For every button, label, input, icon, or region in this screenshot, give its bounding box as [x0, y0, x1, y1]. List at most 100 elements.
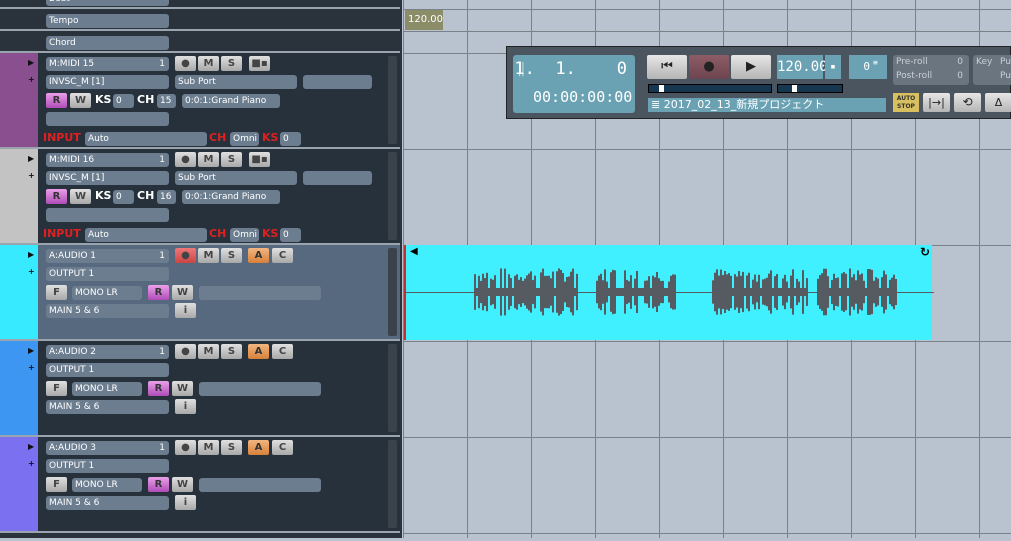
track-scrollbar[interactable] [388, 440, 397, 528]
project-name[interactable]: ≣ 2017_02_13_新規プロジェクト [648, 98, 886, 112]
c-button[interactable]: C [272, 344, 293, 359]
add-icon[interactable]: + [28, 171, 35, 180]
port-field[interactable]: Sub Port [175, 171, 297, 185]
c-button[interactable]: C [272, 248, 293, 263]
tempo-slider[interactable] [777, 84, 843, 93]
input-mode-field[interactable]: MONO LR [72, 286, 142, 300]
patch-field[interactable]: 0:0:1:Grand Piano [182, 94, 280, 108]
write-automation-button[interactable]: W [172, 285, 193, 300]
transpose-display[interactable]: 0 [849, 55, 873, 79]
track-name[interactable]: A:AUDIO 1 1 [46, 249, 169, 263]
punch-button[interactable]: |→| [923, 93, 950, 112]
record-button[interactable]: ● [689, 55, 729, 79]
mute-button[interactable]: M [198, 344, 219, 359]
position-slider[interactable] [648, 84, 772, 93]
solo-button[interactable]: S [221, 344, 242, 359]
add-icon[interactable]: + [28, 75, 35, 84]
read-automation-button[interactable]: R [148, 477, 169, 492]
mute-button[interactable]: M [198, 440, 219, 455]
mute-button[interactable]: M [198, 248, 219, 263]
key-shift-field[interactable]: 0 [113, 94, 134, 108]
record-arm-button[interactable]: ● [175, 440, 196, 455]
bus-field[interactable]: MAIN 5 & 6 [46, 304, 169, 318]
record-arm-button[interactable]: ● [175, 152, 196, 167]
key-panel[interactable]: Key Pu Pu [973, 55, 1011, 85]
empty-field[interactable] [303, 171, 372, 185]
info-button[interactable]: i [175, 495, 196, 510]
expand-icon[interactable]: ▶ [28, 154, 34, 163]
c-button[interactable]: C [272, 440, 293, 455]
expand-icon[interactable]: ▶ [28, 250, 34, 259]
input-channel-field[interactable]: Omni [230, 228, 259, 242]
empty-field[interactable] [46, 112, 169, 126]
audio-track[interactable]: ▶ + A:AUDIO 21 ● M S A C OUTPUT 1 F MONO LR … [0, 341, 400, 437]
device-field[interactable]: INVSC_M [1] [46, 171, 169, 185]
tempo-lock-button[interactable]: ▪ [825, 55, 841, 79]
f-button[interactable]: F [46, 381, 67, 396]
solo-button[interactable]: S [221, 248, 242, 263]
read-automation-button[interactable]: R [46, 189, 67, 204]
position-display[interactable]: ‖ 1. 1. 0 00:00:00:00 [513, 55, 635, 113]
metronome-button[interactable]: Δ [985, 93, 1011, 112]
output-field[interactable]: OUTPUT 1 [46, 267, 169, 281]
patch-field[interactable]: 0:0:1:Grand Piano [182, 190, 280, 204]
play-button[interactable]: ▶ [731, 55, 771, 79]
f-button[interactable]: F [46, 477, 67, 492]
track-scrollbar[interactable] [388, 56, 397, 144]
track-scrollbar[interactable] [388, 248, 397, 336]
monitor-button[interactable]: ■▪ [249, 56, 270, 71]
loop-button[interactable]: ⟲ [954, 93, 981, 112]
audio-track[interactable]: ▶ + A:AUDIO 31 ● M S A C OUTPUT 1 F MONO LR … [0, 437, 400, 533]
write-automation-button[interactable]: W [172, 477, 193, 492]
rewind-button[interactable]: ⏮ [647, 55, 687, 79]
record-arm-button[interactable]: ● [175, 344, 196, 359]
add-icon[interactable]: + [28, 363, 35, 372]
key-shift-field[interactable]: 0 [113, 190, 134, 204]
write-automation-button[interactable]: W [70, 93, 91, 108]
empty-field[interactable] [199, 478, 321, 492]
global-track-beat[interactable]: Beat [0, 0, 400, 9]
audio-track[interactable]: ▶ + A:AUDIO 11 ● M S A C OUTPUT 1 F MONO LR … [0, 245, 400, 341]
solo-button[interactable]: S [221, 440, 242, 455]
audio-button[interactable]: A [248, 440, 269, 455]
solo-button[interactable]: S [221, 152, 242, 167]
add-icon[interactable]: + [28, 459, 35, 468]
expand-icon[interactable]: ▶ [28, 346, 34, 355]
input-field[interactable]: Auto [85, 228, 207, 242]
track-name[interactable]: M:MIDI 15 1 [46, 57, 169, 71]
audio-button[interactable]: A [248, 344, 269, 359]
audio-button[interactable]: A [248, 248, 269, 263]
global-track-tempo[interactable]: Tempo [0, 9, 400, 31]
read-automation-button[interactable]: R [148, 381, 169, 396]
track-scrollbar[interactable] [388, 344, 397, 432]
transpose-stepper-icon[interactable]: ≡ [873, 55, 887, 79]
track-scrollbar[interactable] [388, 152, 397, 240]
midi-track[interactable]: ▶ + M:MIDI 15 1 ● M S ■▪ INVSC_M [1] Sub Por… [0, 53, 400, 149]
output-field[interactable]: OUTPUT 1 [46, 363, 169, 377]
channel-field[interactable]: 15 [157, 94, 176, 108]
record-arm-button[interactable]: ● [175, 248, 196, 263]
read-automation-button[interactable]: R [148, 285, 169, 300]
input-field[interactable]: Auto [85, 132, 207, 146]
midi-track[interactable]: ▶ + M:MIDI 16 1 ● M S ■▪ INVSC_M [1] Sub Por… [0, 149, 400, 245]
channel-field[interactable]: 16 [157, 190, 176, 204]
solo-button[interactable]: S [221, 56, 242, 71]
bus-field[interactable]: MAIN 5 & 6 [46, 496, 169, 510]
monitor-button[interactable]: ■▪ [249, 152, 270, 167]
device-field[interactable]: INVSC_M [1] [46, 75, 169, 89]
track-name[interactable]: A:AUDIO 2 1 [46, 345, 169, 359]
tempo-marker[interactable]: 120.00 [405, 10, 443, 30]
mute-button[interactable]: M [198, 56, 219, 71]
empty-field[interactable] [199, 286, 321, 300]
preroll-panel[interactable]: Pre-roll 0 Post-roll 0 [893, 55, 969, 85]
empty-field[interactable] [303, 75, 372, 89]
input-channel-field[interactable]: Omni [230, 132, 259, 146]
track-name[interactable]: A:AUDIO 3 1 [46, 441, 169, 455]
input-ks-field[interactable]: 0 [280, 228, 301, 242]
input-ks-field[interactable]: 0 [280, 132, 301, 146]
write-automation-button[interactable]: W [70, 189, 91, 204]
auto-stop-button[interactable]: AUTO STOP [893, 93, 919, 112]
track-name[interactable]: M:MIDI 16 1 [46, 153, 169, 167]
read-automation-button[interactable]: R [46, 93, 67, 108]
f-button[interactable]: F [46, 285, 67, 300]
